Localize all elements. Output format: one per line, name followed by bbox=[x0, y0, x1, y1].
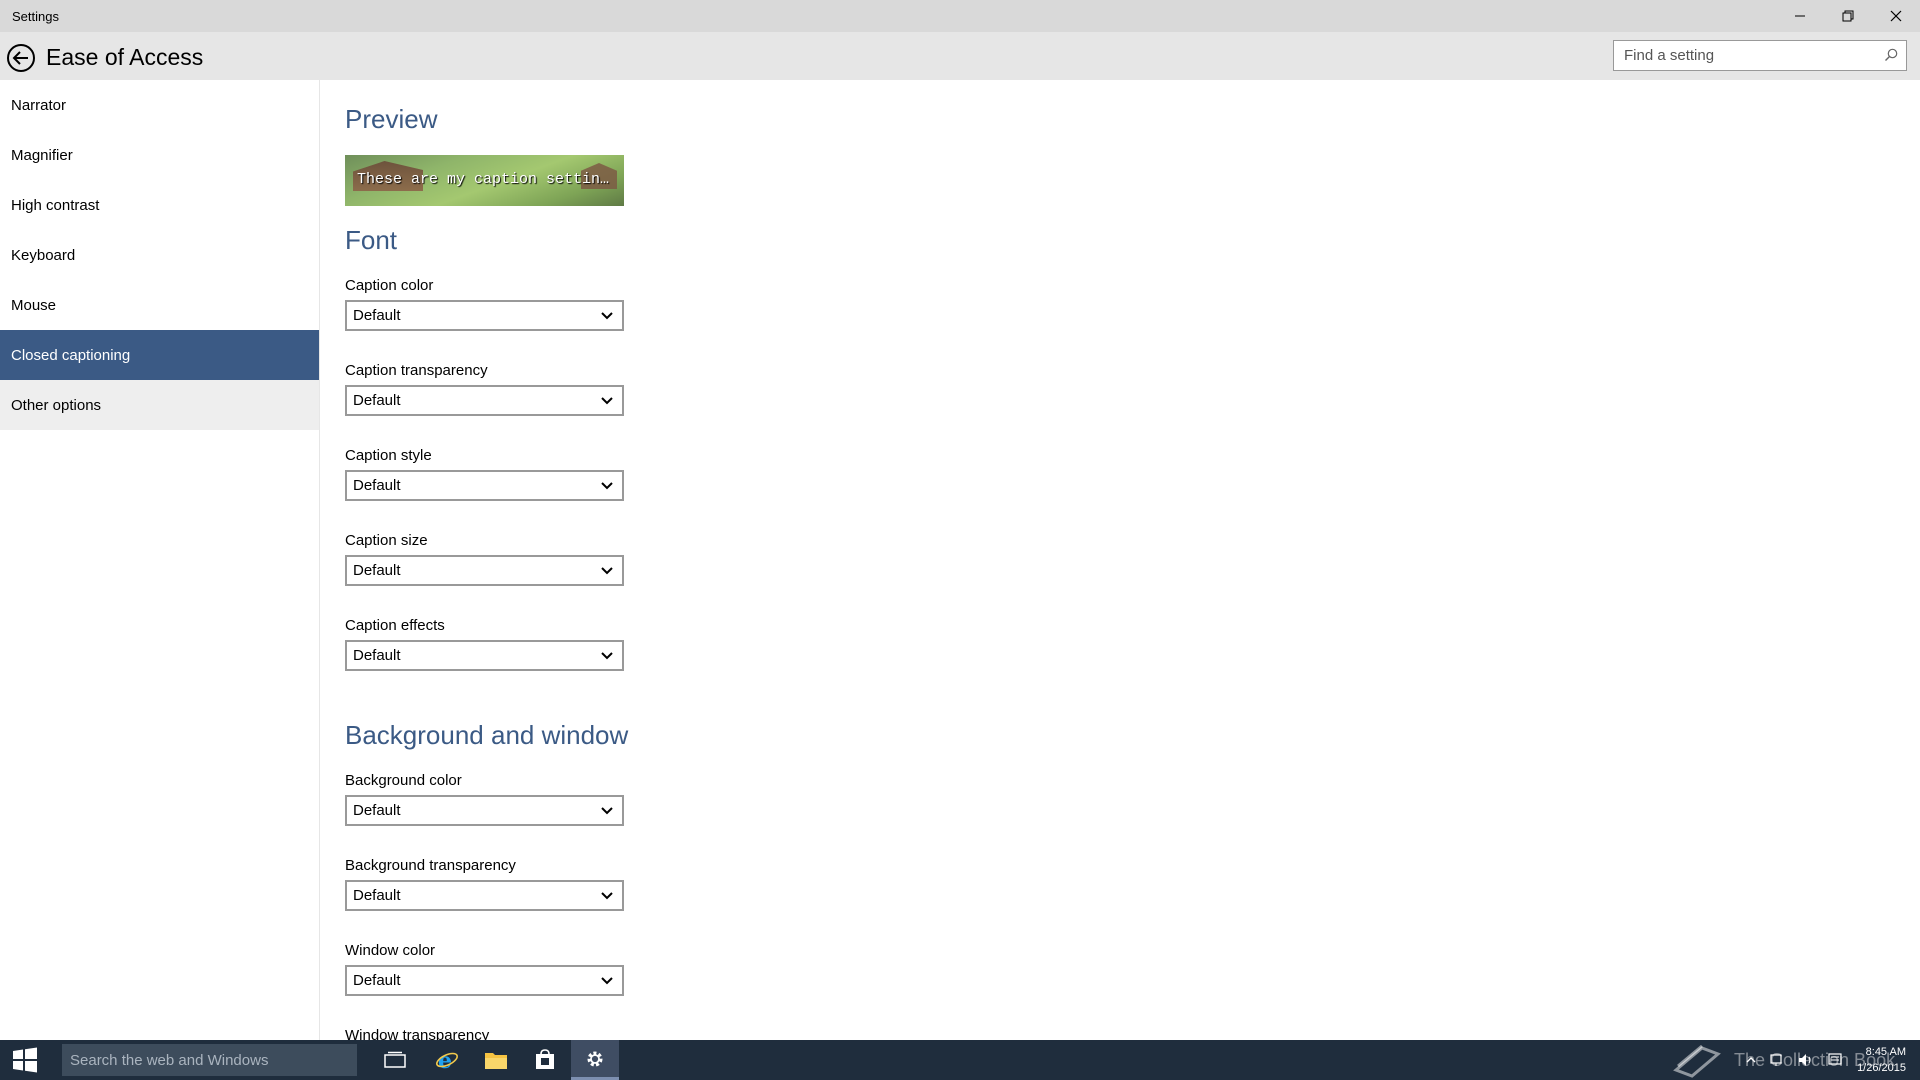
file-explorer-button[interactable] bbox=[472, 1040, 520, 1080]
caption-effects-label: Caption effects bbox=[345, 617, 445, 634]
sidebar-item-other-options[interactable]: Other options bbox=[0, 380, 319, 430]
window-color-dropdown[interactable]: Default bbox=[345, 965, 624, 996]
folder-icon bbox=[485, 1053, 507, 1069]
window-title: Settings bbox=[12, 8, 59, 24]
gear-icon bbox=[587, 1051, 603, 1066]
restore-icon bbox=[1842, 10, 1854, 22]
clock-date: 1/26/2015 bbox=[1857, 1062, 1906, 1074]
caption-effects-dropdown[interactable]: Default bbox=[345, 640, 624, 671]
caption-style-label: Caption style bbox=[345, 447, 432, 464]
volume-icon bbox=[1799, 1054, 1811, 1066]
task-view-button[interactable] bbox=[371, 1040, 419, 1080]
page-header: Ease of Access bbox=[0, 32, 1920, 80]
store-button[interactable] bbox=[521, 1040, 569, 1080]
caption-size-dropdown[interactable]: Default bbox=[345, 555, 624, 586]
dropdown-value: Default bbox=[353, 802, 401, 819]
window-color-label: Window color bbox=[345, 942, 436, 959]
caption-color-dropdown[interactable]: Default bbox=[345, 300, 624, 331]
sidebar-item-closed-captioning[interactable]: Closed captioning bbox=[0, 330, 319, 380]
chevron-down-icon bbox=[601, 652, 613, 660]
sidebar-item-mouse[interactable]: Mouse bbox=[0, 280, 319, 330]
chevron-down-icon bbox=[601, 482, 613, 490]
back-button[interactable] bbox=[6, 43, 36, 73]
background-color-dropdown[interactable]: Default bbox=[345, 795, 624, 826]
system-tray bbox=[1745, 1040, 1843, 1080]
close-button[interactable] bbox=[1872, 0, 1920, 32]
restore-button[interactable] bbox=[1824, 0, 1872, 32]
back-arrow-icon bbox=[7, 44, 35, 72]
internet-explorer-icon: e bbox=[436, 1048, 458, 1072]
close-icon bbox=[1890, 10, 1902, 22]
sidebar-item-label: Magnifier bbox=[11, 146, 73, 164]
taskbar-clock[interactable]: 8:45 AM 1/26/2015 bbox=[1857, 1044, 1906, 1076]
sidebar-item-label: High contrast bbox=[11, 196, 100, 214]
sidebar-item-label: Mouse bbox=[11, 296, 57, 314]
dropdown-value: Default bbox=[353, 887, 401, 904]
windows-logo-icon bbox=[13, 1047, 37, 1073]
book-logo-icon bbox=[1673, 1044, 1721, 1078]
caption-transparency-dropdown[interactable]: Default bbox=[345, 385, 624, 416]
taskbar: Search the web and Windows e The Collect… bbox=[0, 1040, 1920, 1080]
sidebar-item-magnifier[interactable]: Magnifier bbox=[0, 130, 319, 180]
dropdown-value: Default bbox=[353, 477, 401, 494]
chevron-down-icon bbox=[601, 977, 613, 985]
chevron-down-icon bbox=[601, 312, 613, 320]
sidebar-item-label: Narrator bbox=[11, 96, 67, 114]
caption-transparency-label: Caption transparency bbox=[345, 362, 488, 379]
caption-size-label: Caption size bbox=[345, 532, 428, 549]
background-window-heading: Background and window bbox=[345, 720, 629, 750]
minimize-icon bbox=[1795, 15, 1805, 17]
background-color-label: Background color bbox=[345, 772, 462, 789]
title-bar: Settings bbox=[0, 0, 1920, 32]
dropdown-value: Default bbox=[353, 562, 401, 579]
sidebar-item-narrator[interactable]: Narrator bbox=[0, 80, 319, 130]
background-transparency-label: Background transparency bbox=[345, 857, 516, 874]
dropdown-value: Default bbox=[353, 972, 401, 989]
taskbar-search-placeholder: Search the web and Windows bbox=[70, 1051, 269, 1069]
sidebar-item-label: Keyboard bbox=[11, 246, 76, 264]
chevron-down-icon bbox=[601, 397, 613, 405]
sidebar-item-keyboard[interactable]: Keyboard bbox=[0, 230, 319, 280]
sidebar-item-label: Closed captioning bbox=[11, 346, 131, 364]
sidebar-item-high-contrast[interactable]: High contrast bbox=[0, 180, 319, 230]
background-transparency-dropdown[interactable]: Default bbox=[345, 880, 624, 911]
sidebar: Narrator Magnifier High contrast Keyboar… bbox=[0, 80, 320, 1040]
chevron-down-icon bbox=[601, 807, 613, 815]
start-button[interactable] bbox=[0, 1040, 50, 1080]
dropdown-value: Default bbox=[353, 392, 401, 409]
dropdown-value: Default bbox=[353, 307, 401, 324]
caption-color-label: Caption color bbox=[345, 277, 434, 294]
chevron-down-icon bbox=[601, 567, 613, 575]
page-title: Ease of Access bbox=[46, 44, 204, 70]
sidebar-item-label: Other options bbox=[11, 396, 102, 414]
action-center-icon bbox=[1828, 1053, 1842, 1065]
window-transparency-label: Window transparency bbox=[345, 1027, 490, 1040]
chevron-up-icon bbox=[1746, 1057, 1756, 1063]
find-setting-search[interactable] bbox=[1613, 40, 1907, 71]
search-icon bbox=[1885, 48, 1898, 61]
caption-preview: These are my caption settin… bbox=[345, 155, 624, 206]
preview-caption-text: These are my caption settin… bbox=[357, 171, 610, 188]
preview-heading: Preview bbox=[345, 104, 438, 134]
minimize-button[interactable] bbox=[1776, 0, 1824, 32]
clock-time: 8:45 AM bbox=[1865, 1046, 1906, 1058]
main-content: Preview These are my caption settin… Fon… bbox=[345, 80, 1845, 1040]
search-input[interactable] bbox=[1614, 41, 1874, 69]
chevron-down-icon bbox=[601, 892, 613, 900]
window-controls bbox=[1776, 0, 1920, 32]
task-view-icon bbox=[384, 1051, 406, 1068]
font-heading: Font bbox=[345, 225, 398, 255]
network-icon bbox=[1770, 1054, 1782, 1066]
taskbar-search-box[interactable]: Search the web and Windows bbox=[62, 1044, 357, 1076]
internet-explorer-button[interactable]: e bbox=[423, 1040, 471, 1080]
svg-text:e: e bbox=[438, 1048, 452, 1072]
store-icon bbox=[536, 1049, 554, 1069]
settings-app-button[interactable] bbox=[571, 1040, 619, 1080]
caption-style-dropdown[interactable]: Default bbox=[345, 470, 624, 501]
dropdown-value: Default bbox=[353, 647, 401, 664]
